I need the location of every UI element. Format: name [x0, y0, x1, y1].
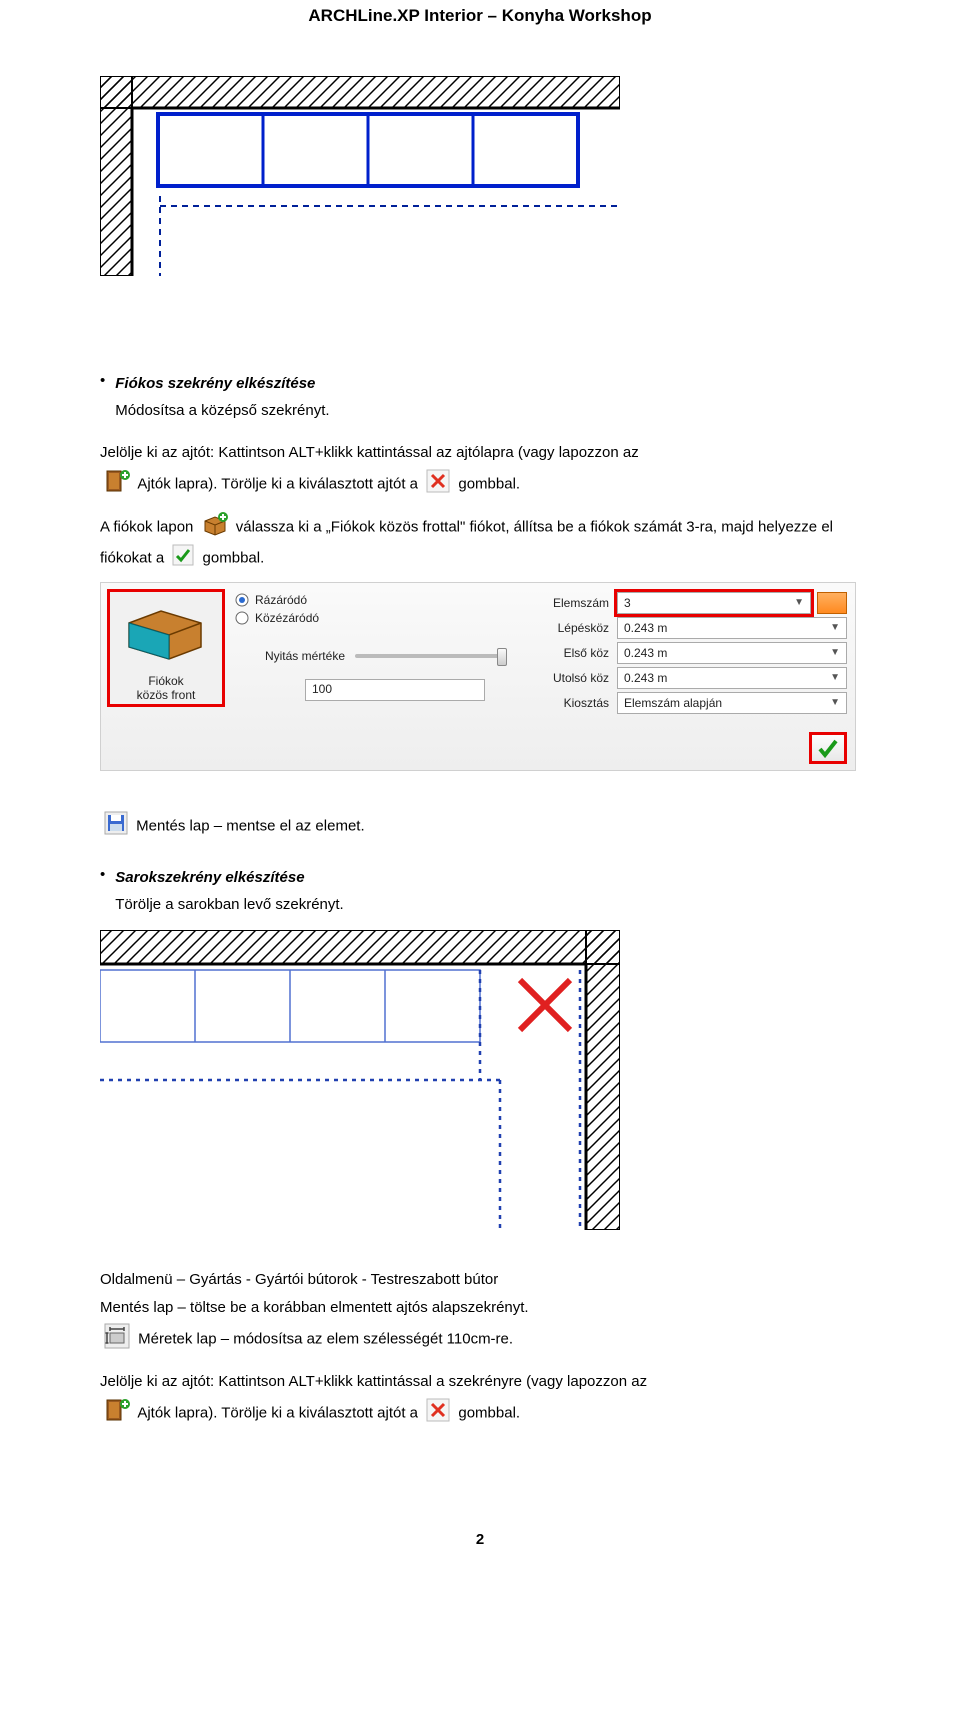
text-span: Ajtók lapra). Törölje ki a kiválasztott …	[137, 475, 422, 492]
prop-label-elsokoz: Első köz	[519, 646, 609, 660]
text-span: gombbal.	[458, 1405, 520, 1422]
combo-value: 3	[624, 596, 631, 610]
slider-label: Nyitás mértéke	[235, 649, 345, 663]
section3-p1: Oldalmenü – Gyártás - Gyártói bútorok - …	[100, 1268, 860, 1291]
elemszam-combo[interactable]: 3▼	[617, 592, 811, 614]
combo-value: 0.243 m	[624, 671, 667, 685]
section1-p1: Jelölje ki az ajtót: Kattintson ALT+klik…	[100, 441, 860, 464]
delete-icon	[426, 469, 450, 500]
text-span: gombbal.	[203, 550, 265, 567]
combo-value: 0.243 m	[624, 621, 667, 635]
dimensions-icon	[104, 1323, 130, 1356]
text-span: Mentés lap – mentse el az elemet.	[136, 817, 364, 834]
floorplan-diagram-1	[100, 76, 620, 276]
drawer-add-icon	[202, 511, 228, 544]
text-span: Méretek lap – módosítsa az elem szélessé…	[138, 1330, 513, 1347]
radio-kozezarodo[interactable]: Közézáródó	[235, 611, 507, 625]
apply-check-button[interactable]	[809, 732, 847, 764]
prop-label-utolsokoz: Utolsó köz	[519, 671, 609, 685]
radio-label: Rázáródó	[255, 593, 307, 607]
open-extent-slider[interactable]	[355, 654, 507, 658]
thumb-label-1: Fiókok	[112, 674, 220, 688]
radio-razarodo[interactable]: Rázáródó	[235, 593, 507, 607]
drawer-settings-panel: Fiókok közös front Rázáródó Közézáródó N…	[100, 582, 856, 771]
section3-p2: Mentés lap – töltse be a korábban elment…	[100, 1296, 860, 1319]
delete-icon	[426, 1398, 450, 1429]
lepeskoz-combo[interactable]: 0.243 m▼	[617, 617, 847, 639]
prop-label-kiosztas: Kiosztás	[519, 696, 609, 710]
section3-p3: Méretek lap – módosítsa az elem szélessé…	[100, 1323, 860, 1356]
text-span: gombbal.	[458, 475, 520, 492]
combo-value: Elemszám alapján	[624, 696, 722, 710]
save-line: Mentés lap – mentse el az elemet.	[100, 811, 860, 842]
door-add-icon	[104, 1397, 130, 1430]
section1-heading: Fiókos szekrény elkészítése	[115, 372, 860, 395]
drawer-type-thumbnail[interactable]: Fiókok közös front	[107, 589, 225, 707]
thumb-label-2: közös front	[112, 688, 220, 702]
door-add-icon	[104, 468, 130, 501]
floorplan-diagram-2	[100, 930, 620, 1230]
combo-value: 0.243 m	[624, 646, 667, 660]
section1-p2: A fiókok lapon válassza ki a „Fiókok köz…	[100, 511, 860, 574]
prop-label-elemszam: Elemszám	[519, 596, 609, 610]
bullet-dot: •	[100, 864, 105, 887]
section2-heading: Sarokszekrény elkészítése	[115, 866, 860, 889]
elsokoz-combo[interactable]: 0.243 m▼	[617, 642, 847, 664]
section2-sub: Törölje a sarokban levő szekrényt.	[115, 893, 860, 916]
kiosztas-combo[interactable]: Elemszám alapján▼	[617, 692, 847, 714]
text-span: Ajtók lapra). Törölje ki a kiválasztott …	[137, 1405, 422, 1422]
text-span: Jelölje ki az ajtót: Kattintson ALT+klik…	[100, 444, 639, 461]
page-number: 2	[100, 1531, 860, 1548]
section3-p4: Jelölje ki az ajtót: Kattintson ALT+klik…	[100, 1370, 860, 1393]
prop-label-lepeskoz: Lépésköz	[519, 621, 609, 635]
bullet-dot: •	[100, 370, 105, 393]
open-extent-value[interactable]: 100	[305, 679, 485, 701]
save-icon	[104, 811, 128, 842]
section3-p5: Ajtók lapra). Törölje ki a kiválasztott …	[100, 1397, 860, 1430]
section1-sub: Módosítsa a középső szekrényt.	[115, 399, 860, 422]
elemszam-action-button[interactable]	[817, 592, 847, 614]
text-span: A fiókok lapon	[100, 519, 198, 536]
utolsokoz-combo[interactable]: 0.243 m▼	[617, 667, 847, 689]
radio-label: Közézáródó	[255, 611, 319, 625]
section1-p1-cont: Ajtók lapra). Törölje ki a kiválasztott …	[100, 468, 860, 501]
check-icon	[172, 544, 194, 573]
page-title: ARCHLine.XP Interior – Konyha Workshop	[100, 6, 860, 26]
